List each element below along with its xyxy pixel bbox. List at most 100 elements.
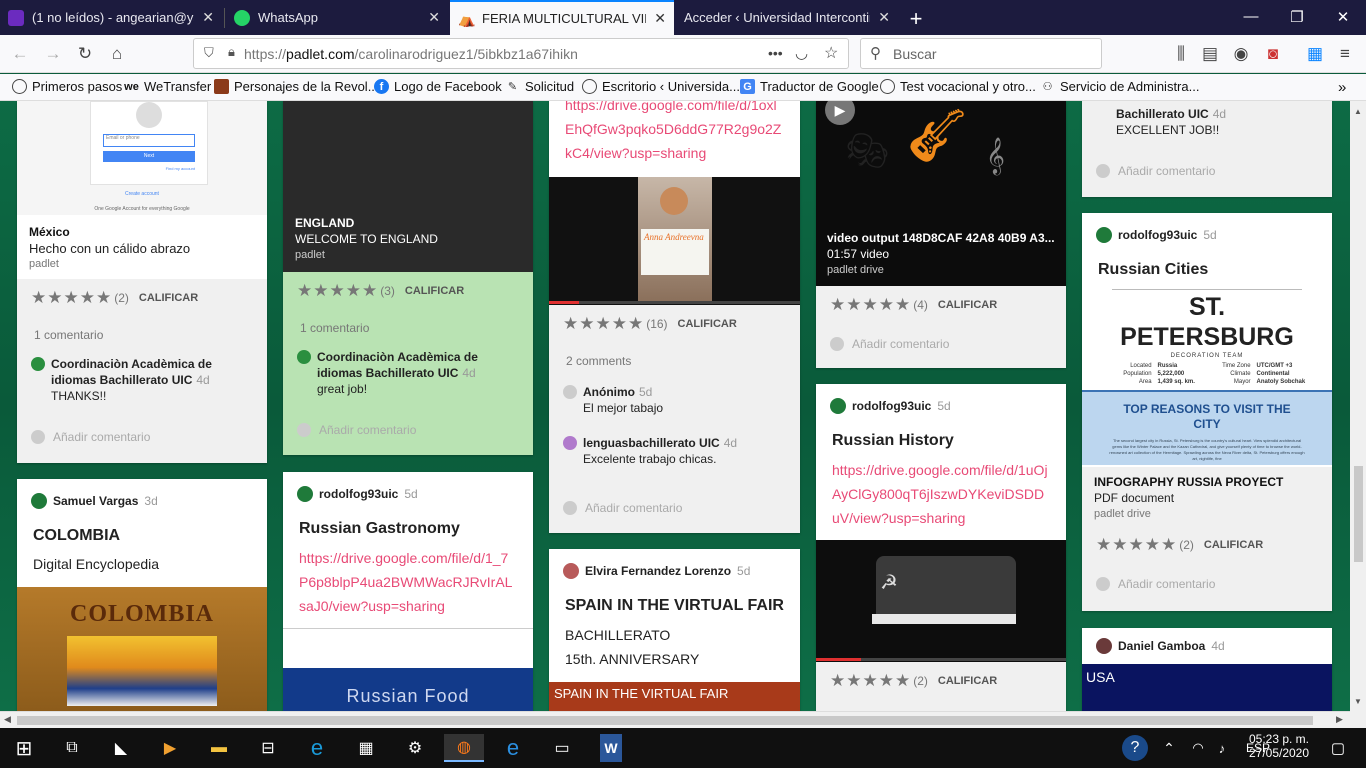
- star-rating[interactable]: ★★★★★: [563, 314, 644, 334]
- comment-count[interactable]: 1 comentario: [31, 328, 253, 342]
- bookmark-item[interactable]: Test vocacional y otro...: [880, 79, 1036, 94]
- search-input[interactable]: ⚲ Buscar: [860, 38, 1102, 69]
- post-card-video-output[interactable]: ▶ 🎭︎ 🎸︎ 𝄞 video output 148D8CAF 42A8 40B…: [816, 101, 1066, 368]
- star-rating[interactable]: ★★★★★: [297, 281, 378, 301]
- bookmark-item[interactable]: G Traductor de Google: [740, 79, 879, 94]
- star-rating[interactable]: ★★★★★: [31, 288, 112, 308]
- attachment-preview[interactable]: Email or phone Next Find my account Crea…: [17, 101, 267, 215]
- wifi-icon[interactable]: ◠: [1186, 734, 1210, 762]
- close-tab-icon[interactable]: ✕: [428, 9, 440, 26]
- address-bar[interactable]: ⛉ 🔒︎ https://padlet.com/carolinarodrigue…: [193, 38, 849, 69]
- bookmark-item[interactable]: f Logo de Facebook: [374, 79, 502, 94]
- add-comment-field[interactable]: Añadir comentario: [1094, 577, 1320, 591]
- new-tab-button[interactable]: +: [904, 6, 928, 32]
- video-preview[interactable]: ☭: [816, 540, 1066, 662]
- attachment-preview[interactable]: ENGLAND WELCOME TO ENGLAND padlet: [283, 101, 533, 272]
- word-icon[interactable]: W: [600, 734, 622, 762]
- comment-count[interactable]: 1 comentario: [297, 321, 519, 335]
- bookmark-item[interactable]: we WeTransfer: [124, 79, 211, 94]
- scroll-down-icon[interactable]: ▼: [1354, 697, 1362, 706]
- close-window-button[interactable]: ✕: [1328, 8, 1358, 26]
- star-rating[interactable]: ★★★★★: [1096, 535, 1177, 555]
- add-comment-field[interactable]: Añadir comentario: [830, 337, 1052, 351]
- post-card-comments-top[interactable]: Bachillerato UIC 4d EXCELLENT JOB!! Añadir…: [1082, 101, 1332, 197]
- edge-icon[interactable]: e: [493, 734, 533, 762]
- horizontal-scrollbar[interactable]: ◀ ▶: [0, 711, 1350, 728]
- tab-whatsapp[interactable]: WhatsApp ✕: [226, 0, 448, 35]
- volume-icon[interactable]: ♪: [1210, 734, 1234, 762]
- post-card-russian-cities[interactable]: rodolfog93uic 5d Russian Cities ST. PETER…: [1082, 213, 1332, 611]
- post-card-russian-gastronomy[interactable]: rodolfog93uic 5d Russian Gastronomy https…: [283, 472, 533, 711]
- reload-icon[interactable]: ↻: [74, 43, 96, 65]
- bookmark-item[interactable]: Escritorio ‹ Universida...: [582, 79, 740, 94]
- pocket-icon[interactable]: ◡: [795, 44, 808, 62]
- attachment-banner[interactable]: USA: [1082, 664, 1332, 711]
- pdf-preview[interactable]: ST. PETERSBURG DECORATION TEAM Located Ru…: [1082, 289, 1332, 467]
- forward-arrow-icon[interactable]: →: [42, 43, 64, 65]
- help-icon[interactable]: ?: [1122, 735, 1148, 761]
- task-view-icon[interactable]: ⧉: [52, 734, 92, 762]
- close-tab-icon[interactable]: ✕: [202, 9, 214, 26]
- scroll-right-icon[interactable]: ▶: [1336, 714, 1343, 725]
- rate-button[interactable]: CALIFICAR: [1204, 539, 1263, 551]
- add-comment-field[interactable]: Añadir comentario: [297, 423, 519, 437]
- post-card-russian-history[interactable]: rodolfog93uic 5d Russian History https://…: [816, 384, 1066, 711]
- store-icon[interactable]: ⊟: [248, 734, 288, 762]
- scroll-up-icon[interactable]: ▲: [1354, 107, 1362, 116]
- minimize-button[interactable]: —: [1236, 8, 1266, 25]
- shield-icon[interactable]: ⛉: [204, 45, 214, 61]
- page-actions-menu[interactable]: •••: [768, 45, 783, 61]
- tab-feria-multicultural[interactable]: ⛺ FERIA MULTICULTURAL VIRTUAL ✕: [450, 0, 674, 35]
- clock[interactable]: 05:23 p. m. 27/05/2020: [1246, 732, 1312, 760]
- add-comment-field[interactable]: Añadir comentario: [31, 430, 253, 444]
- back-arrow-icon[interactable]: ←: [9, 43, 31, 65]
- rate-button[interactable]: CALIFICAR: [139, 292, 198, 304]
- close-tab-icon[interactable]: ✕: [878, 9, 890, 26]
- media-player-icon[interactable]: ▶: [150, 734, 190, 762]
- bookmark-star-icon[interactable]: ☆: [824, 43, 838, 63]
- file-explorer-icon[interactable]: ▬: [199, 734, 239, 762]
- bookmarks-overflow-icon[interactable]: »: [1338, 79, 1346, 96]
- post-card-colombia[interactable]: Samuel Vargas 3d COLOMBIA Digital Encyclo…: [17, 479, 267, 711]
- video-progress[interactable]: [549, 301, 800, 304]
- play-icon[interactable]: ▶: [825, 101, 855, 125]
- cover-title[interactable]: Russian Food: [283, 668, 533, 711]
- post-link[interactable]: https://drive.google.com/file/d/1oxlEhQf…: [549, 101, 800, 165]
- rate-button[interactable]: CALIFICAR: [678, 318, 737, 330]
- notifications-icon[interactable]: ▢: [1318, 734, 1358, 762]
- video-preview[interactable]: ▶ 🎭︎ 🎸︎ 𝄞 video output 148D8CAF 42A8 40B…: [816, 101, 1066, 286]
- url-text[interactable]: https://padlet.com/carolinarodriguez1/5i…: [244, 46, 578, 62]
- photo-app-icon[interactable]: ▭: [542, 734, 582, 762]
- video-preview[interactable]: Anna Andreevna: [549, 177, 800, 305]
- network-arrow-icon[interactable]: ⌃: [1156, 734, 1182, 762]
- post-card-usa[interactable]: Daniel Gamboa 4d USA: [1082, 628, 1332, 711]
- menu-hamburger-icon[interactable]: ≡: [1334, 43, 1356, 65]
- bookmark-item[interactable]: Personajes de la Revol...: [214, 79, 379, 94]
- calculator-icon[interactable]: ▦: [346, 734, 386, 762]
- post-card-russian-video[interactable]: https://drive.google.com/file/d/1oxlEhQf…: [549, 101, 800, 533]
- library-icon[interactable]: ⫼: [1170, 43, 1192, 65]
- app-icon[interactable]: ◣: [101, 734, 141, 762]
- vertical-scrollbar[interactable]: ▲ ▼: [1350, 101, 1366, 728]
- tab-yahoo-mail[interactable]: (1 no leídos) - angearian@yahoo ✕: [0, 0, 222, 35]
- close-tab-icon[interactable]: ✕: [654, 10, 666, 27]
- internet-explorer-icon[interactable]: e: [297, 734, 337, 762]
- attachment-preview[interactable]: COLOMBIA: [17, 587, 267, 711]
- add-comment-field[interactable]: Añadir comentario: [563, 501, 786, 515]
- settings-gear-icon[interactable]: ⚙: [395, 734, 435, 762]
- video-progress[interactable]: [816, 658, 1066, 661]
- bookmark-item[interactable]: ✎ Solicitud: [505, 79, 574, 94]
- add-comment-field[interactable]: Añadir comentario: [1082, 138, 1332, 178]
- bookmark-item[interactable]: ⚇ Servicio de Administra...: [1040, 79, 1200, 94]
- post-card-mexico[interactable]: Email or phone Next Find my account Crea…: [17, 101, 267, 463]
- post-card-spain[interactable]: Elvira Fernandez Lorenzo 5d SPAIN IN THE …: [549, 549, 800, 711]
- windows-start-icon[interactable]: ⊞: [4, 734, 44, 762]
- post-link[interactable]: https://drive.google.com/file/d/1_7P6p8b…: [283, 538, 533, 618]
- firefox-icon[interactable]: ◍: [444, 734, 484, 762]
- rate-button[interactable]: CALIFICAR: [938, 675, 997, 687]
- extension-icon[interactable]: ◙: [1262, 43, 1284, 65]
- tab-universidad-login[interactable]: Acceder ‹ Universidad Intercontinental ✕: [676, 0, 898, 35]
- comment-count[interactable]: 2 comments: [563, 354, 786, 368]
- post-link[interactable]: https://drive.google.com/file/d/1uOjAyCl…: [816, 450, 1066, 530]
- scroll-left-icon[interactable]: ◀: [4, 714, 11, 725]
